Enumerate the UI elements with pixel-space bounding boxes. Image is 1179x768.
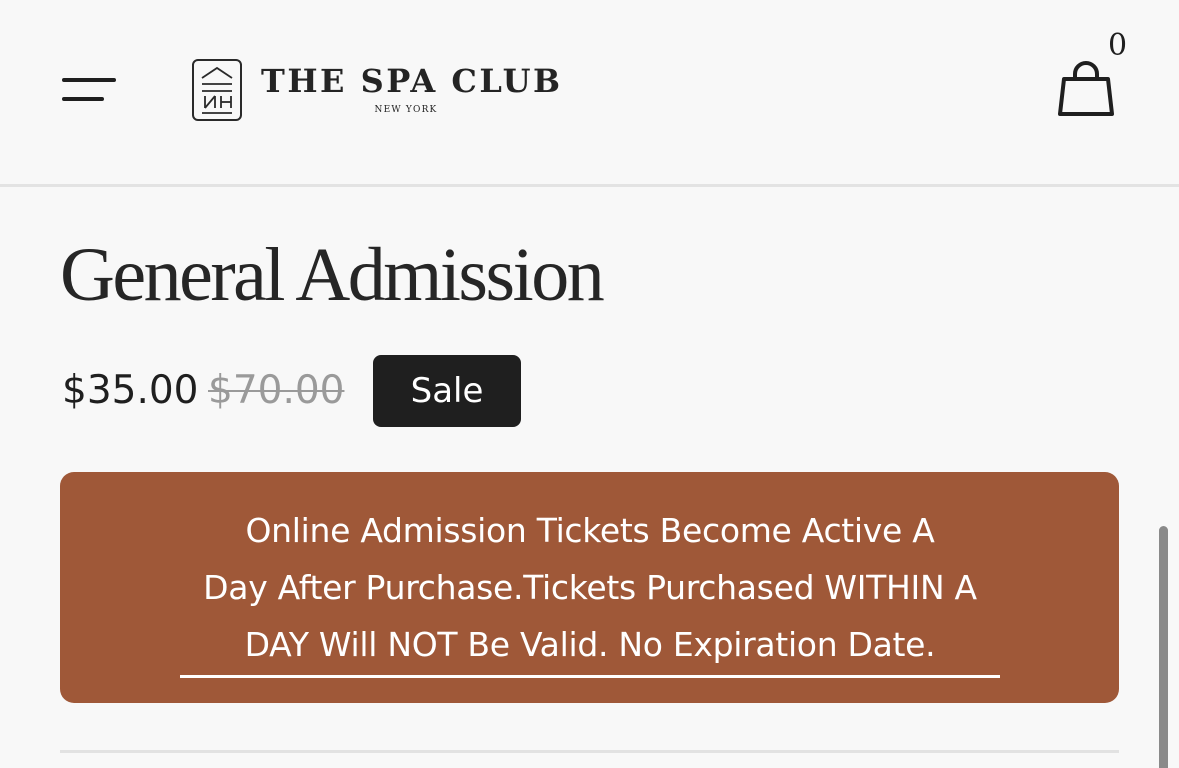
cart-button[interactable]: 0	[1050, 28, 1135, 120]
brand-name: THE SPA CLUB	[261, 62, 563, 100]
logo-mark-icon	[192, 59, 242, 121]
section-divider	[60, 750, 1119, 753]
notice-underline	[180, 675, 1000, 678]
notice-line: DAY Will NOT Be Valid. No Expiration Dat…	[244, 625, 936, 664]
site-logo-link[interactable]: THE SPA CLUB NEW YORK	[191, 58, 561, 124]
brand-subtitle: NEW YORK	[374, 105, 438, 115]
product-page: THE SPA CLUB NEW YORK 0 General Admissio…	[0, 0, 1179, 768]
product-price: $35.00	[62, 368, 199, 413]
notice-line: Day After Purchase.Tickets Purchased WIT…	[203, 568, 977, 607]
product-compare-price: $70.00	[208, 368, 345, 413]
site-header: THE SPA CLUB NEW YORK 0	[0, 0, 1179, 187]
notice-line: Online Admission Tickets Become Active A	[245, 511, 935, 550]
scrollbar-thumb[interactable]	[1159, 526, 1168, 768]
product-title: General Admission	[60, 233, 605, 317]
notice-text: Online Admission Tickets Become Active A…	[180, 502, 1000, 673]
sale-badge: Sale	[373, 355, 521, 427]
cart-count-badge: 0	[1108, 28, 1128, 63]
admission-notice-banner: Online Admission Tickets Become Active A…	[60, 472, 1119, 703]
shopping-bag-icon	[1058, 61, 1114, 116]
hamburger-menu-icon	[62, 78, 116, 82]
menu-button[interactable]	[58, 70, 122, 110]
hamburger-menu-icon-bar	[62, 97, 104, 101]
